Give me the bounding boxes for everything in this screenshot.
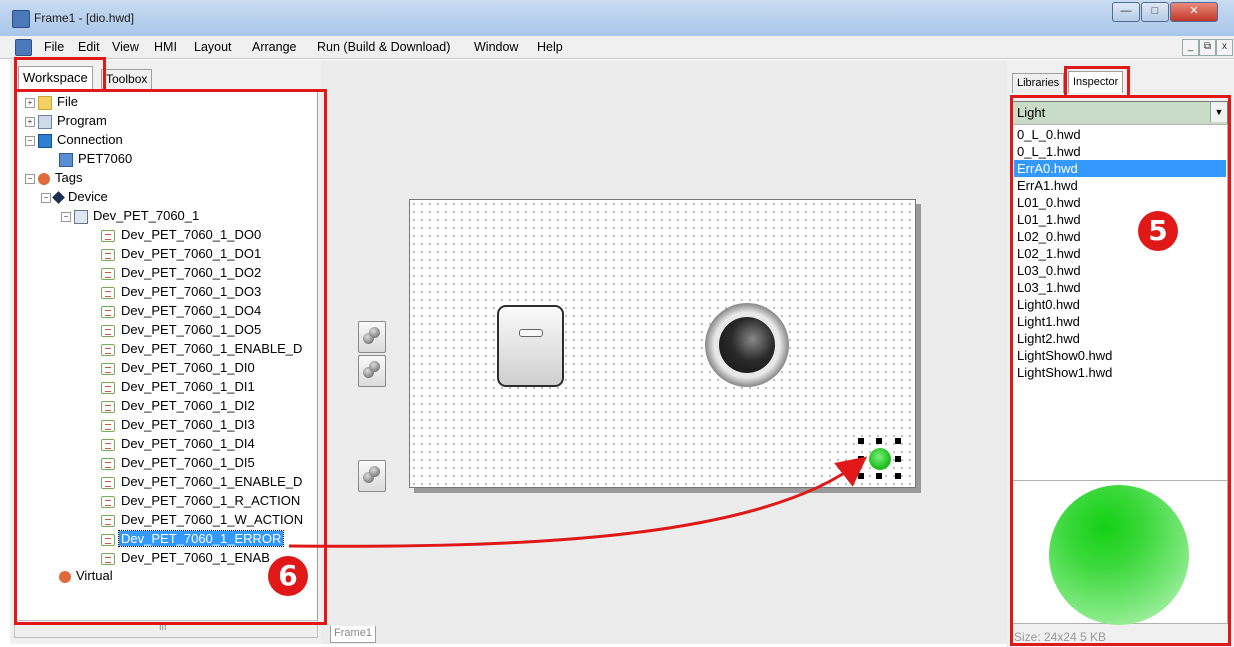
annotation-badge-5: 5	[1138, 211, 1178, 251]
annotation-arrow	[288, 456, 868, 548]
annotation-badge-6: 6	[268, 556, 308, 596]
